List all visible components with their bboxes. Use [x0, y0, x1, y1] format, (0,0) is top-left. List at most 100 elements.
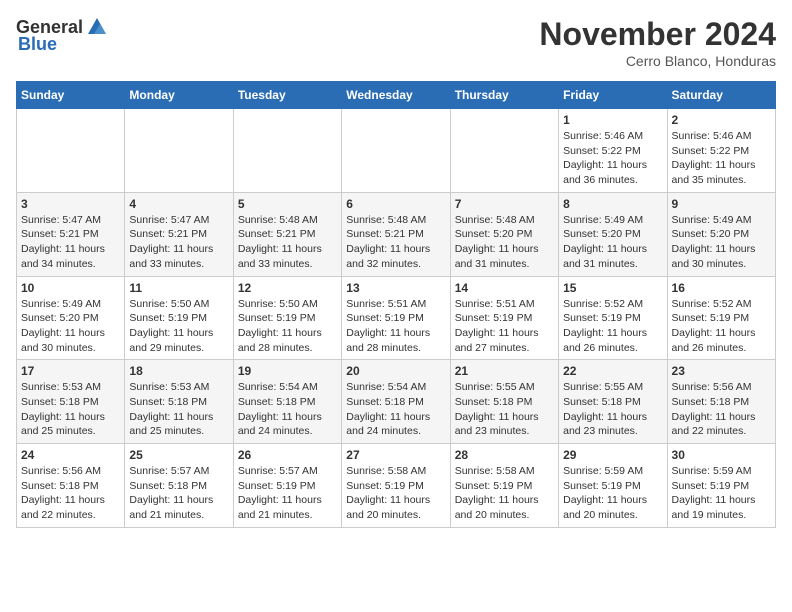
day-number: 24 [21, 448, 120, 462]
logo-blue: Blue [18, 34, 57, 55]
day-number: 22 [563, 364, 662, 378]
day-number: 3 [21, 197, 120, 211]
day-number: 7 [455, 197, 554, 211]
calendar-day-cell: 21 Sunrise: 5:55 AM Sunset: 5:18 PM Dayli… [450, 360, 558, 444]
day-number: 13 [346, 281, 445, 295]
day-info: Sunrise: 5:56 AM Sunset: 5:18 PM Dayligh… [21, 464, 120, 523]
calendar-day-cell: 9Sunrise: 5:49 AM Sunset: 5:20 PM Daylig… [667, 192, 775, 276]
day-number: 23 [672, 364, 771, 378]
calendar-day-cell: 12 Sunrise: 5:50 AM Sunset: 5:19 PM Dayli… [233, 276, 341, 360]
logo: General Blue [16, 16, 109, 55]
day-info: Sunrise: 5:59 AM Sunset: 5:19 PM Dayligh… [563, 464, 662, 523]
day-number: 5 [238, 197, 337, 211]
day-info: Sunrise: 5:46 AM Sunset: 5:22 PM Dayligh… [563, 129, 662, 188]
calendar-day-cell: 6 Sunrise: 5:48 AM Sunset: 5:21 PM Daylig… [342, 192, 450, 276]
calendar-day-cell [233, 109, 341, 193]
calendar-day-cell: 19 Sunrise: 5:54 AM Sunset: 5:18 PM Dayli… [233, 360, 341, 444]
calendar-day-cell: 26 Sunrise: 5:57 AM Sunset: 5:19 PM Dayli… [233, 444, 341, 528]
calendar-day-cell: 17 Sunrise: 5:53 AM Sunset: 5:18 PM Dayli… [17, 360, 125, 444]
day-info: Sunrise: 5:56 AM Sunset: 5:18 PM Dayligh… [672, 380, 771, 439]
calendar-day-cell: 15Sunrise: 5:52 AM Sunset: 5:19 PM Dayli… [559, 276, 667, 360]
day-info: Sunrise: 5:55 AM Sunset: 5:18 PM Dayligh… [563, 380, 662, 439]
day-number: 6 [346, 197, 445, 211]
day-number: 15 [563, 281, 662, 295]
calendar-day-cell: 11 Sunrise: 5:50 AM Sunset: 5:19 PM Dayli… [125, 276, 233, 360]
calendar-day-cell: 16Sunrise: 5:52 AM Sunset: 5:19 PM Dayli… [667, 276, 775, 360]
day-number: 29 [563, 448, 662, 462]
calendar-week-row: 24 Sunrise: 5:56 AM Sunset: 5:18 PM Dayli… [17, 444, 776, 528]
day-info: Sunrise: 5:50 AM Sunset: 5:19 PM Dayligh… [129, 297, 228, 356]
day-number: 19 [238, 364, 337, 378]
day-number: 21 [455, 364, 554, 378]
calendar-day-cell: 1 Sunrise: 5:46 AM Sunset: 5:22 PM Daylig… [559, 109, 667, 193]
calendar-day-cell: 30 Sunrise: 5:59 AM Sunset: 5:19 PM Dayli… [667, 444, 775, 528]
calendar-day-cell: 2 Sunrise: 5:46 AM Sunset: 5:22 PM Daylig… [667, 109, 775, 193]
day-number: 18 [129, 364, 228, 378]
calendar-header-row: SundayMondayTuesdayWednesdayThursdayFrid… [17, 82, 776, 109]
day-number: 4 [129, 197, 228, 211]
day-number: 2 [672, 113, 771, 127]
calendar-day-cell: 5 Sunrise: 5:48 AM Sunset: 5:21 PM Daylig… [233, 192, 341, 276]
day-number: 26 [238, 448, 337, 462]
day-number: 11 [129, 281, 228, 295]
day-info: Sunrise: 5:47 AM Sunset: 5:21 PM Dayligh… [129, 213, 228, 272]
calendar-day-cell: 7 Sunrise: 5:48 AM Sunset: 5:20 PM Daylig… [450, 192, 558, 276]
logo-icon [86, 16, 108, 38]
calendar-day-cell: 3 Sunrise: 5:47 AM Sunset: 5:21 PM Daylig… [17, 192, 125, 276]
day-info: Sunrise: 5:51 AM Sunset: 5:19 PM Dayligh… [455, 297, 554, 356]
calendar-day-cell: 23 Sunrise: 5:56 AM Sunset: 5:18 PM Dayli… [667, 360, 775, 444]
day-info: Sunrise: 5:47 AM Sunset: 5:21 PM Dayligh… [21, 213, 120, 272]
calendar-day-header: Tuesday [233, 82, 341, 109]
calendar-day-cell: 29 Sunrise: 5:59 AM Sunset: 5:19 PM Dayli… [559, 444, 667, 528]
day-info: Sunrise: 5:48 AM Sunset: 5:21 PM Dayligh… [346, 213, 445, 272]
day-number: 30 [672, 448, 771, 462]
day-info: Sunrise: 5:54 AM Sunset: 5:18 PM Dayligh… [238, 380, 337, 439]
day-number: 17 [21, 364, 120, 378]
calendar-day-header: Wednesday [342, 82, 450, 109]
calendar-day-cell: 8Sunrise: 5:49 AM Sunset: 5:20 PM Daylig… [559, 192, 667, 276]
day-info: Sunrise: 5:48 AM Sunset: 5:20 PM Dayligh… [455, 213, 554, 272]
calendar-day-cell: 10Sunrise: 5:49 AM Sunset: 5:20 PM Dayli… [17, 276, 125, 360]
calendar-day-header: Friday [559, 82, 667, 109]
month-title: November 2024 [539, 16, 776, 53]
day-number: 25 [129, 448, 228, 462]
calendar-day-cell: 27Sunrise: 5:58 AM Sunset: 5:19 PM Dayli… [342, 444, 450, 528]
day-info: Sunrise: 5:53 AM Sunset: 5:18 PM Dayligh… [129, 380, 228, 439]
day-number: 1 [563, 113, 662, 127]
day-info: Sunrise: 5:51 AM Sunset: 5:19 PM Dayligh… [346, 297, 445, 356]
day-info: Sunrise: 5:53 AM Sunset: 5:18 PM Dayligh… [21, 380, 120, 439]
day-info: Sunrise: 5:48 AM Sunset: 5:21 PM Dayligh… [238, 213, 337, 272]
day-info: Sunrise: 5:50 AM Sunset: 5:19 PM Dayligh… [238, 297, 337, 356]
calendar-week-row: 3 Sunrise: 5:47 AM Sunset: 5:21 PM Daylig… [17, 192, 776, 276]
day-number: 14 [455, 281, 554, 295]
calendar-day-cell: 28Sunrise: 5:58 AM Sunset: 5:19 PM Dayli… [450, 444, 558, 528]
calendar-day-cell: 24 Sunrise: 5:56 AM Sunset: 5:18 PM Dayli… [17, 444, 125, 528]
day-info: Sunrise: 5:55 AM Sunset: 5:18 PM Dayligh… [455, 380, 554, 439]
day-number: 28 [455, 448, 554, 462]
calendar-day-header: Sunday [17, 82, 125, 109]
calendar-day-cell [17, 109, 125, 193]
calendar-day-cell: 18 Sunrise: 5:53 AM Sunset: 5:18 PM Dayli… [125, 360, 233, 444]
calendar-day-cell [450, 109, 558, 193]
calendar-day-cell: 25Sunrise: 5:57 AM Sunset: 5:18 PM Dayli… [125, 444, 233, 528]
calendar-day-header: Thursday [450, 82, 558, 109]
calendar-day-cell [342, 109, 450, 193]
day-info: Sunrise: 5:49 AM Sunset: 5:20 PM Dayligh… [672, 213, 771, 272]
day-info: Sunrise: 5:57 AM Sunset: 5:19 PM Dayligh… [238, 464, 337, 523]
calendar-day-header: Monday [125, 82, 233, 109]
calendar-day-cell [125, 109, 233, 193]
day-number: 12 [238, 281, 337, 295]
location-subtitle: Cerro Blanco, Honduras [539, 53, 776, 69]
day-number: 8 [563, 197, 662, 211]
day-info: Sunrise: 5:59 AM Sunset: 5:19 PM Dayligh… [672, 464, 771, 523]
title-area: November 2024 Cerro Blanco, Honduras [539, 16, 776, 69]
calendar-day-cell: 20 Sunrise: 5:54 AM Sunset: 5:18 PM Dayli… [342, 360, 450, 444]
calendar-day-header: Saturday [667, 82, 775, 109]
day-number: 20 [346, 364, 445, 378]
day-number: 10 [21, 281, 120, 295]
day-info: Sunrise: 5:46 AM Sunset: 5:22 PM Dayligh… [672, 129, 771, 188]
calendar-day-cell: 14 Sunrise: 5:51 AM Sunset: 5:19 PM Dayli… [450, 276, 558, 360]
day-info: Sunrise: 5:54 AM Sunset: 5:18 PM Dayligh… [346, 380, 445, 439]
day-number: 27 [346, 448, 445, 462]
page-header: General Blue November 2024 Cerro Blanco,… [16, 16, 776, 69]
